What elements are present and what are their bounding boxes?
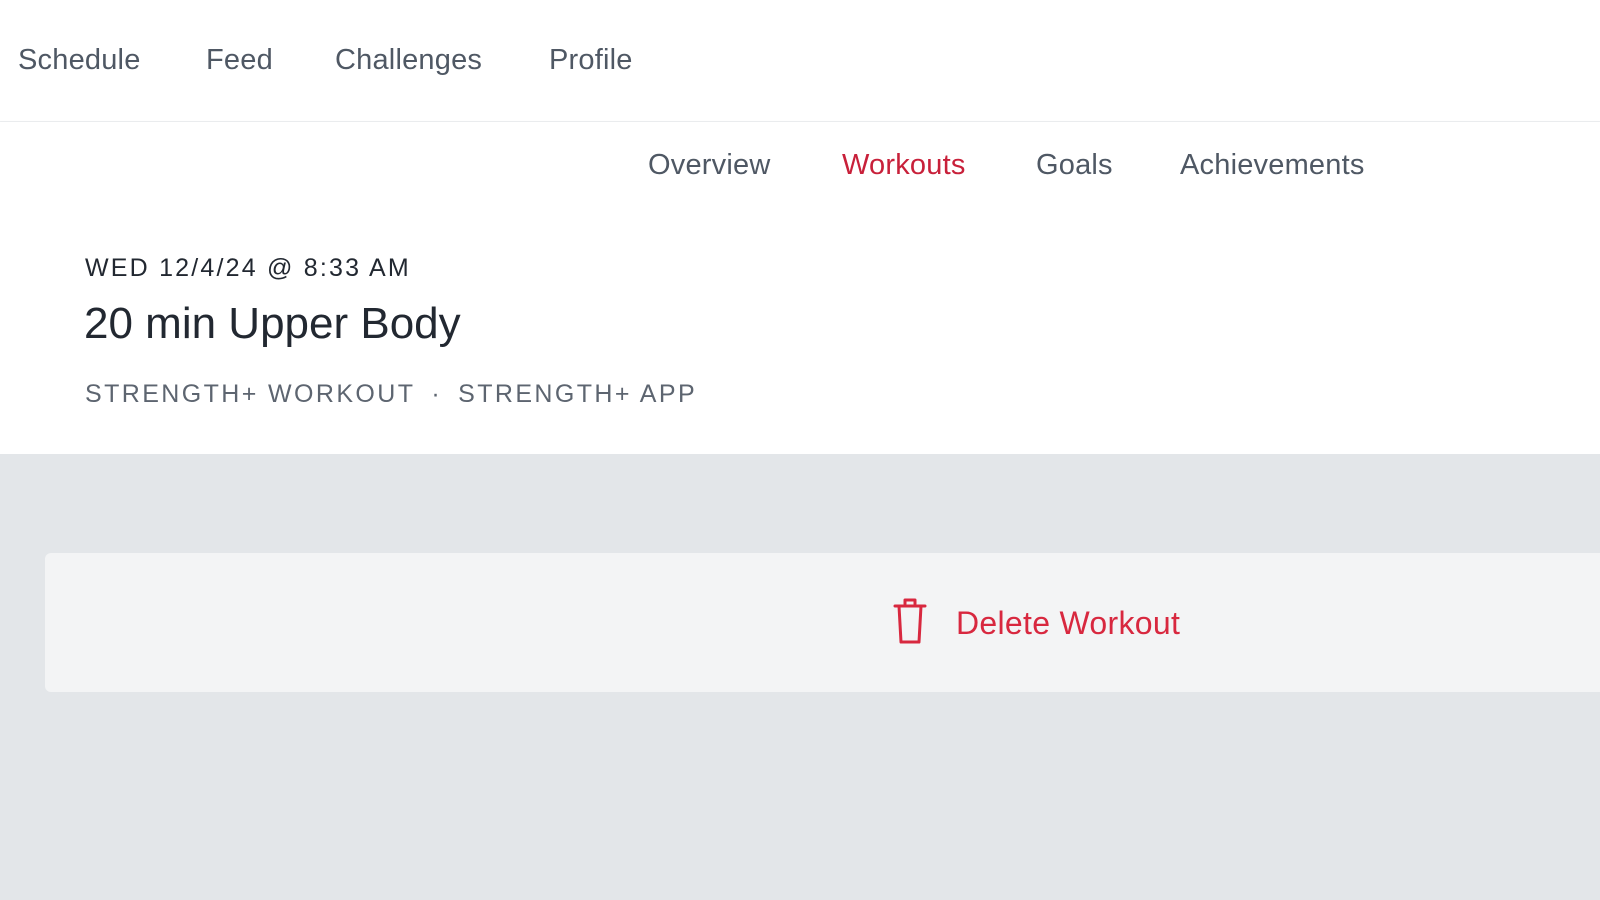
- delete-workout-button[interactable]: Delete Workout: [45, 553, 1600, 692]
- workout-source: STRENGTH+ APP: [458, 380, 698, 408]
- tab-workouts[interactable]: Workouts: [842, 149, 966, 182]
- tab-goals[interactable]: Goals: [1036, 149, 1113, 182]
- workout-title: 20 min Upper Body: [84, 299, 461, 348]
- delete-workout-label: Delete Workout: [956, 605, 1181, 641]
- nav-item-schedule[interactable]: Schedule: [18, 44, 141, 77]
- profile-tabs: Overview Workouts Goals Achievements: [0, 122, 1600, 208]
- nav-item-feed[interactable]: Feed: [206, 44, 273, 77]
- nav-item-challenges[interactable]: Challenges: [335, 44, 482, 77]
- workout-header: WED 12/4/24 @ 8:33 AM 20 min Upper Body …: [0, 208, 1600, 454]
- meta-separator: ·: [431, 380, 443, 408]
- workout-date: WED 12/4/24 @ 8:33 AM: [85, 254, 411, 282]
- nav-item-profile[interactable]: Profile: [549, 44, 633, 77]
- tab-achievements[interactable]: Achievements: [1180, 149, 1365, 182]
- tab-overview[interactable]: Overview: [648, 149, 770, 182]
- trash-icon: [893, 598, 927, 644]
- workout-type: STRENGTH+ WORKOUT: [85, 380, 416, 408]
- top-navigation: Schedule Feed Challenges Profile: [0, 0, 1600, 122]
- workout-meta: STRENGTH+ WORKOUT · STRENGTH+ APP: [85, 380, 697, 409]
